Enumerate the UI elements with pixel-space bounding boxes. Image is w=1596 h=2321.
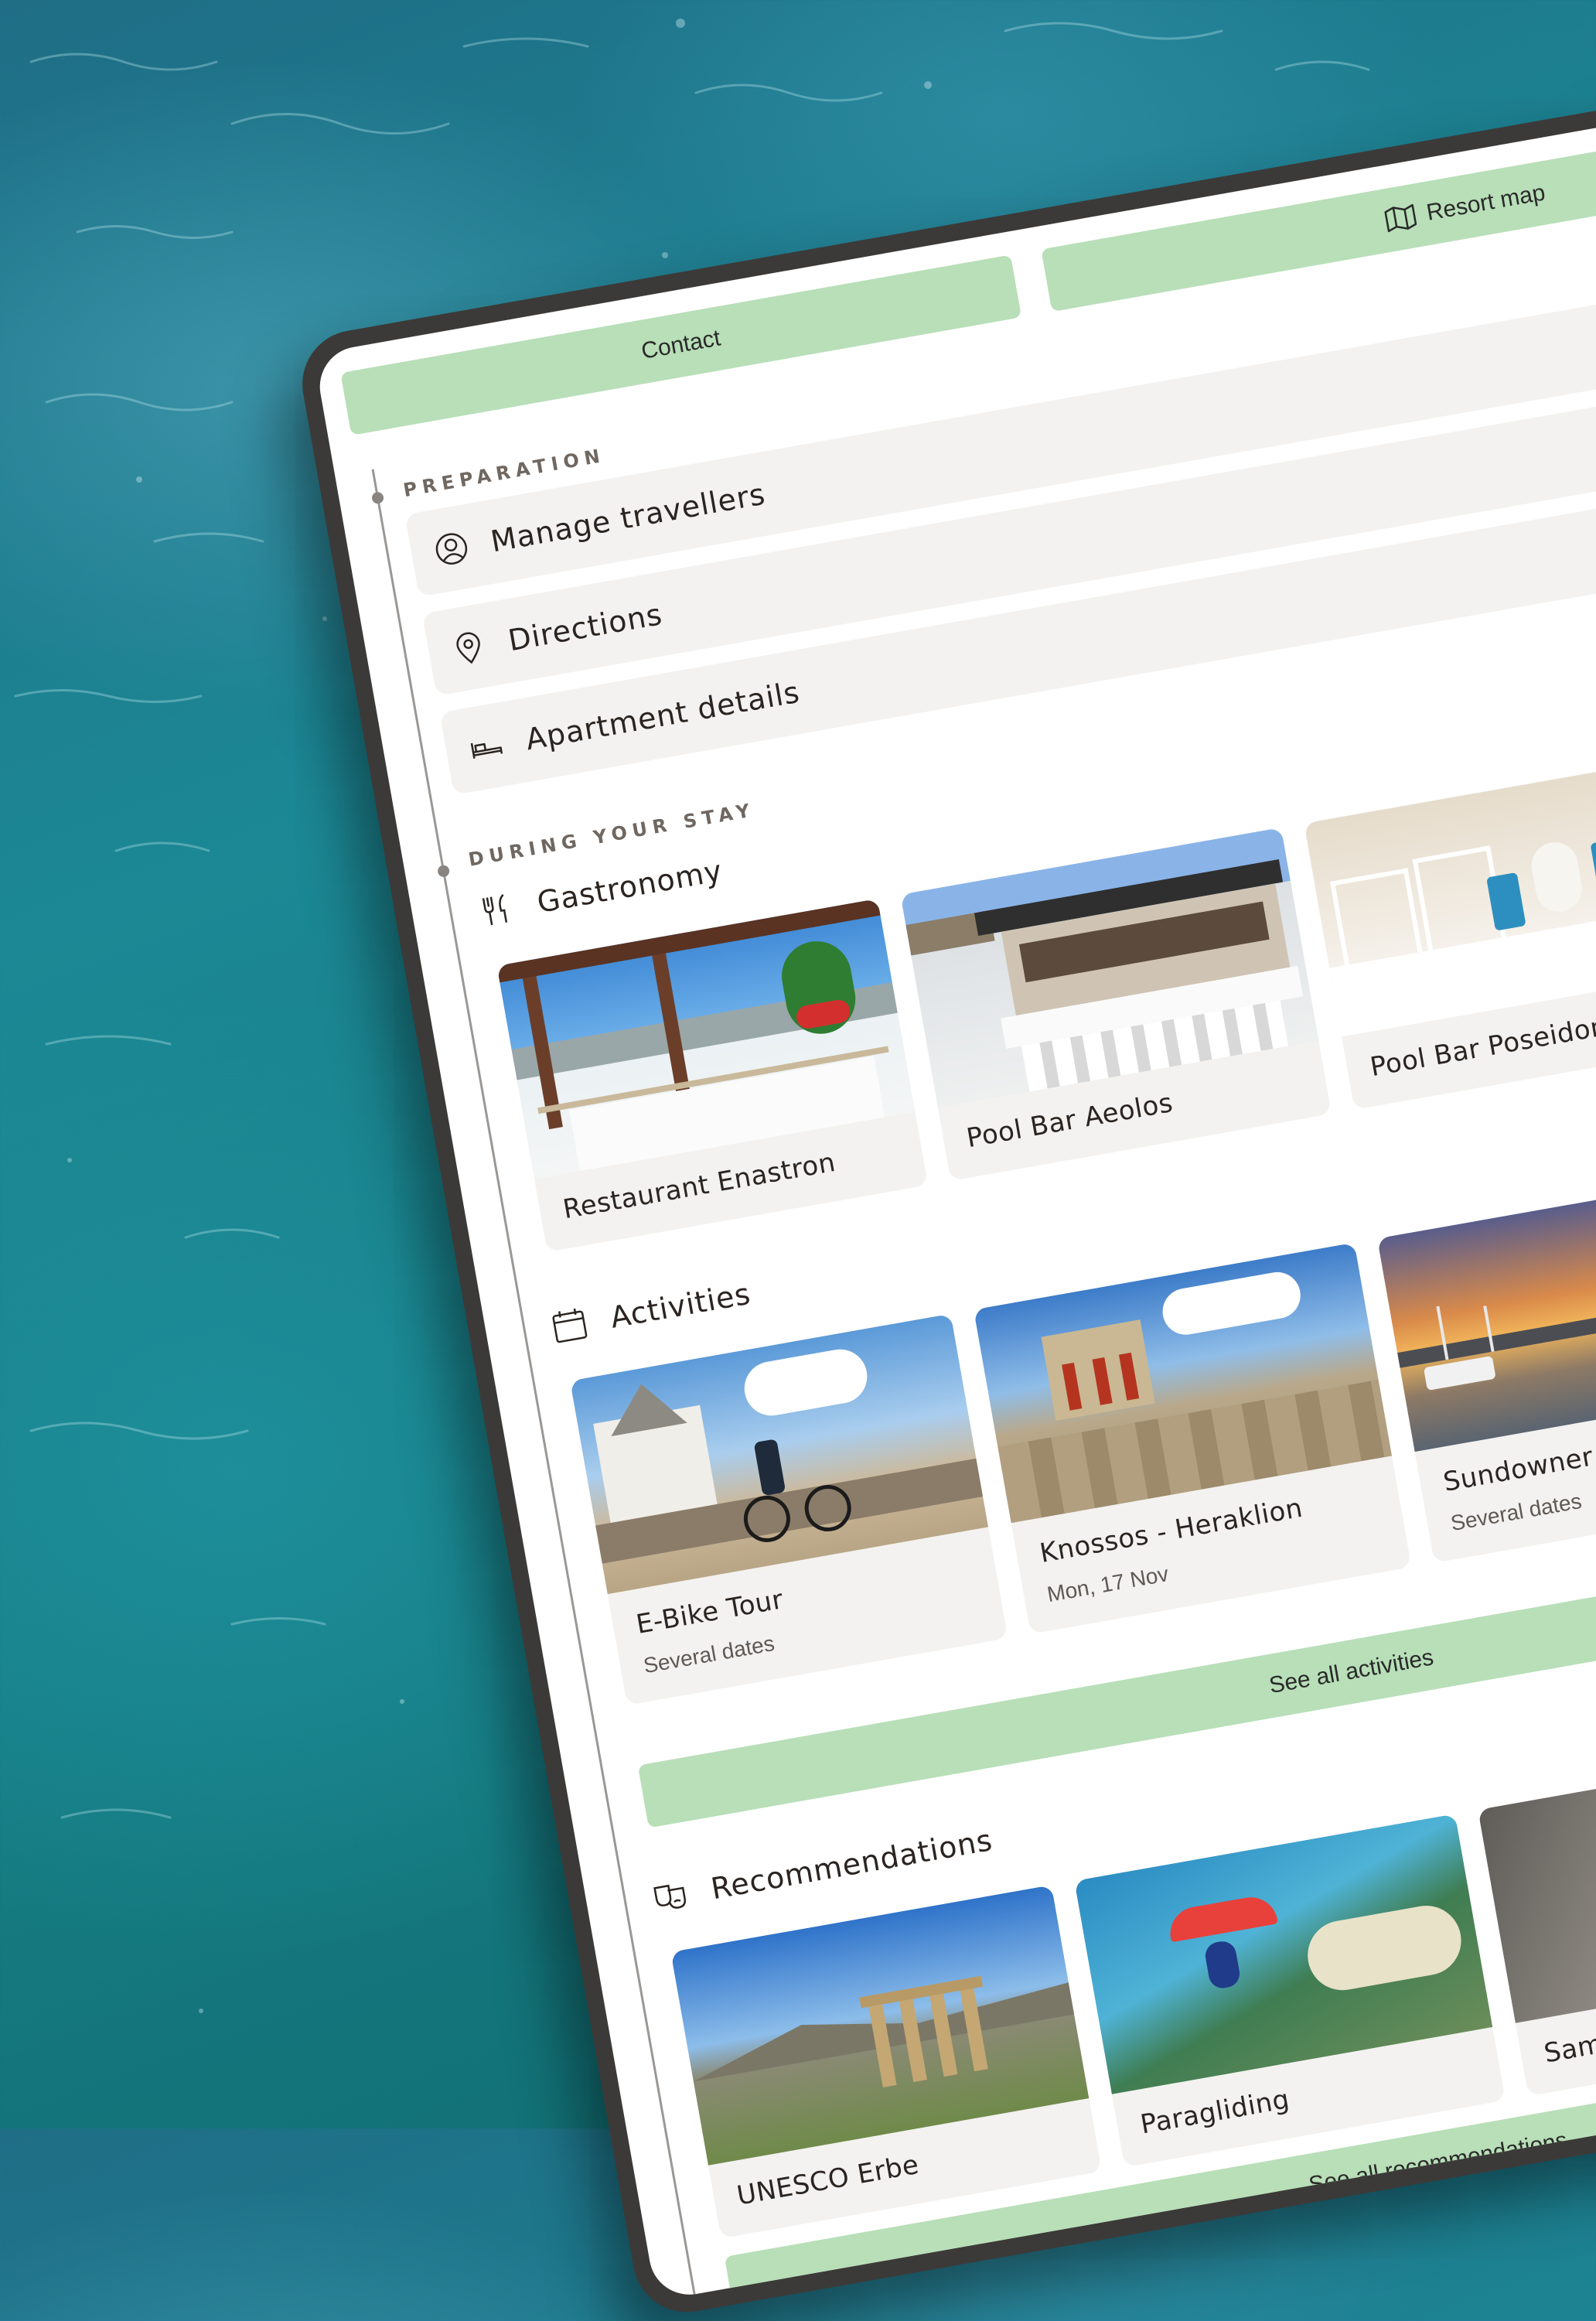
pool-bar-poseidon-image — [1304, 756, 1596, 1037]
gastronomy-card[interactable]: Pool Bar Aeolos — [900, 827, 1332, 1181]
contact-button[interactable]: Contact — [340, 254, 1022, 435]
recommendation-card[interactable]: UNESCO Erbe — [670, 1885, 1102, 2239]
cutlery-icon — [482, 894, 508, 926]
tablet-device: Contact Resort map PREPARATION Manage tr… — [294, 71, 1596, 2321]
gastronomy-card[interactable]: Restaurant Enastron — [496, 898, 929, 1253]
gastronomy-card[interactable]: Pool Bar Poseidon — [1304, 756, 1596, 1110]
sundowner-rethymno-image — [1376, 1171, 1596, 1452]
recommendation-card[interactable]: Paragliding — [1074, 1814, 1506, 2168]
apartment-details-label: Apartment details — [523, 674, 803, 757]
directions-label: Directions — [505, 597, 665, 658]
activities-heading: Activities — [548, 1275, 754, 1347]
calendar-icon — [552, 1308, 588, 1343]
activity-card[interactable]: Sundowner Rethymn Several dates — [1376, 1171, 1596, 1563]
map-icon — [1384, 203, 1417, 233]
activity-card[interactable]: E-Bike Tour Several dates — [570, 1313, 1008, 1705]
map-pin-icon — [456, 632, 480, 664]
samaria-gorge-image — [1478, 1742, 1596, 2023]
see-all-activities-label: See all activities — [1267, 1644, 1436, 1699]
app-screen: Contact Resort map PREPARATION Manage tr… — [313, 91, 1596, 2302]
resort-map-button[interactable]: Resort map — [1041, 101, 1596, 312]
resort-map-button-label: Resort map — [1424, 179, 1547, 226]
gastronomy-heading: Gastronomy — [475, 852, 725, 932]
recommendations-title: Recommendations — [708, 1822, 995, 1906]
activities-title: Activities — [607, 1276, 754, 1335]
bed-icon — [470, 742, 503, 759]
recommendation-card[interactable]: Samaria Sc — [1478, 1742, 1596, 2097]
timeline-dot-stay — [436, 864, 451, 878]
contact-button-label: Contact — [639, 325, 723, 364]
activity-card[interactable]: Knossos - Heraklion Mon, 17 Nov — [974, 1242, 1412, 1634]
recommendations-cards: UNESCO Erbe Paragliding Samaria Sc — [670, 1742, 1596, 2239]
manage-travellers-label: Manage travellers — [488, 476, 769, 559]
see-all-recommendations-label: See all recommendations — [1307, 2127, 1570, 2199]
theater-masks-icon — [653, 1884, 687, 1909]
gastronomy-title: Gastronomy — [534, 853, 725, 920]
user-circle-icon — [435, 533, 468, 565]
timeline-dot-preparation — [370, 491, 385, 505]
